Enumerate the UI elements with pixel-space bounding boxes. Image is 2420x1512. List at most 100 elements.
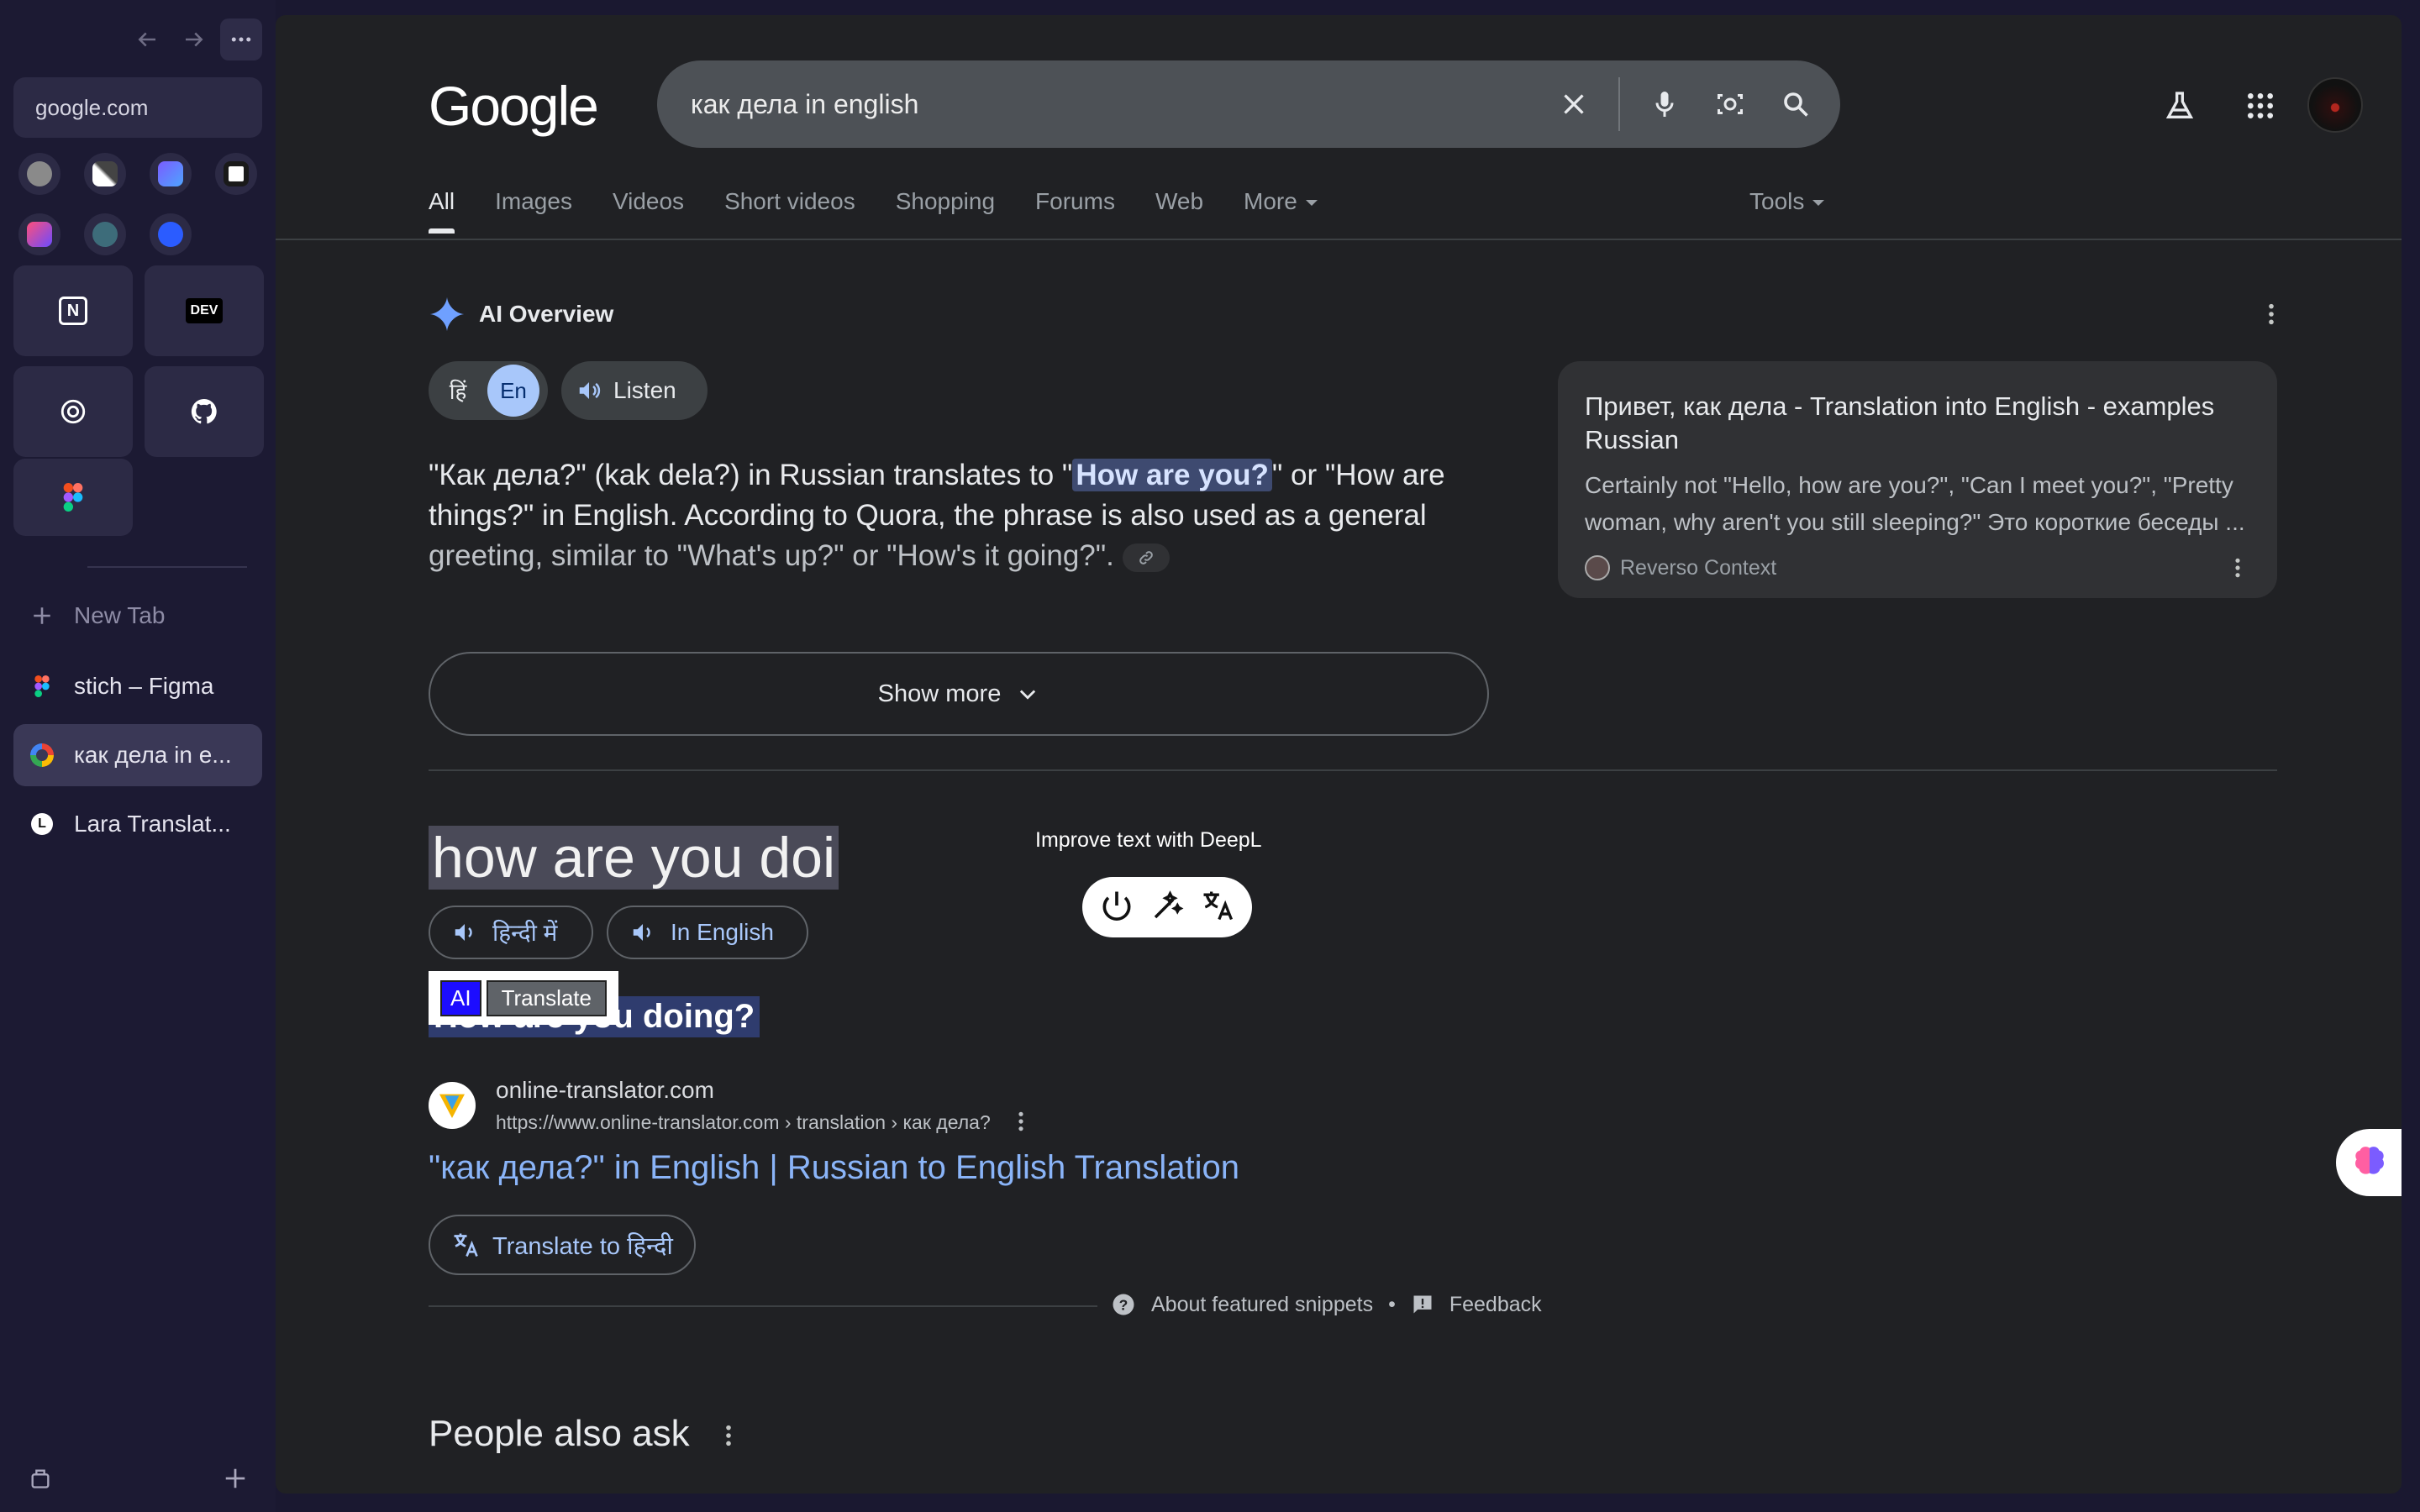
speaker-icon: [633, 924, 650, 941]
search-tabs: All Images Videos Short videos Shopping …: [429, 188, 1318, 234]
feedback-link[interactable]: Feedback: [1449, 1293, 1542, 1317]
result-url[interactable]: https://www.online-translator.com › tran…: [496, 1111, 991, 1133]
sync-app-icon[interactable]: [150, 213, 192, 255]
more-options-icon[interactable]: [220, 18, 262, 60]
kebab-menu-icon[interactable]: [2225, 551, 2250, 585]
kebab-menu-icon[interactable]: [1018, 1110, 1024, 1137]
source-card[interactable]: Привет, как дела - Translation into Engl…: [1558, 361, 2277, 598]
kebab-menu-icon[interactable]: [2259, 297, 2284, 331]
tab-more[interactable]: More: [1244, 188, 1318, 234]
search-icon[interactable]: [1775, 83, 1817, 125]
layout-app-icon[interactable]: [150, 153, 192, 195]
tools-label: Tools: [1749, 188, 1805, 214]
tab-web[interactable]: Web: [1155, 188, 1203, 234]
bug-app-icon[interactable]: [18, 213, 60, 255]
show-more-label: Show more: [877, 680, 1002, 707]
lens-camera-icon[interactable]: [1709, 83, 1751, 125]
color-picker-icon[interactable]: [84, 153, 126, 195]
github-icon[interactable]: [145, 366, 264, 457]
source-site-name: Reverso Context: [1620, 555, 1777, 580]
dev-glyph: DEV: [185, 298, 224, 323]
caret-down-icon: [1812, 200, 1825, 207]
deepl-toolbar: [1082, 877, 1252, 937]
result-site-name[interactable]: online-translator.com: [496, 1077, 714, 1104]
result-title-link[interactable]: "как дела?" in English | Russian to Engl…: [429, 1149, 1239, 1187]
url-bar[interactable]: google.com: [13, 77, 262, 138]
tab-all[interactable]: All: [429, 188, 455, 234]
source-snippet: Certainly not "Hello, how are you?", "Ca…: [1585, 472, 2245, 535]
labs-flask-icon[interactable]: [2156, 82, 2203, 129]
about-featured-snippets-link[interactable]: About featured snippets: [1151, 1293, 1373, 1317]
bolt-app-icon[interactable]: [84, 213, 126, 255]
notion-icon[interactable]: N: [13, 265, 133, 356]
language-toggle[interactable]: हिं En: [429, 361, 548, 420]
tab-videos[interactable]: Videos: [613, 188, 684, 234]
lang-hindi-option[interactable]: हिं: [429, 375, 487, 406]
link-icon[interactable]: [1122, 543, 1170, 572]
tab-label: как дела in e...: [74, 742, 232, 768]
show-more-button[interactable]: Show more: [429, 652, 1489, 736]
source-title[interactable]: Привет, как дела - Translation into Engl…: [1585, 390, 2250, 457]
back-arrow-icon[interactable]: [126, 18, 168, 60]
feedback-icon: [1413, 1295, 1432, 1314]
tab-images[interactable]: Images: [495, 188, 572, 234]
notion-glyph: N: [59, 297, 87, 325]
archive-icon[interactable]: [24, 1462, 57, 1495]
source-meta: Reverso Context: [1585, 551, 2250, 585]
translate-icon[interactable]: [1199, 887, 1236, 928]
new-tab-label: New Tab: [74, 602, 166, 628]
dev-icon[interactable]: DEV: [145, 265, 264, 356]
translate-to-hindi-button[interactable]: Translate to हिन्दी: [429, 1215, 696, 1275]
listen-hindi-label: हिन्दी में: [492, 920, 558, 946]
microphone-icon[interactable]: [1644, 83, 1686, 125]
tab-label: stich – Figma: [74, 673, 214, 699]
translate-icon: [454, 1233, 478, 1257]
search-input[interactable]: как дела in english: [691, 89, 1553, 120]
help-icon: ?: [1113, 1294, 1134, 1315]
tab-shopping[interactable]: Shopping: [896, 188, 995, 234]
listen-english-button[interactable]: In English: [607, 906, 808, 959]
ai-overview-title: AI Overview: [479, 301, 614, 327]
online-translator-icon[interactable]: [429, 1082, 476, 1129]
google-icon: [30, 743, 54, 767]
ai-translate-popup: AI Translate: [429, 971, 618, 1025]
search-box[interactable]: как дела in english: [657, 60, 1840, 148]
figma-icon[interactable]: [13, 459, 133, 536]
blocked-icon[interactable]: [18, 153, 60, 195]
new-tab-button[interactable]: New Tab: [13, 585, 262, 647]
google-logo[interactable]: Google: [429, 74, 599, 138]
ai-badge[interactable]: AI: [440, 979, 481, 1016]
people-also-ask-label: People also ask: [429, 1413, 690, 1454]
translate-to-label: Translate to हिन्दी: [492, 1232, 673, 1260]
speaker-icon: [455, 924, 472, 941]
people-also-ask-heading: People also ask: [429, 1413, 732, 1457]
gemini-sparkle-icon: [429, 297, 465, 332]
tab-forums[interactable]: Forums: [1035, 188, 1115, 234]
sidebar-tab-lara[interactable]: L Lara Translat...: [13, 793, 262, 855]
forward-arrow-icon[interactable]: [173, 18, 215, 60]
listen-button[interactable]: Listen: [561, 361, 708, 420]
translate-button[interactable]: Translate: [486, 979, 607, 1016]
aio-highlight: How are you?: [1072, 459, 1272, 491]
apps-grid-icon[interactable]: [2237, 82, 2284, 129]
caret-down-icon: [1305, 200, 1318, 207]
listen-label: Listen: [613, 377, 676, 403]
extension-icon[interactable]: [215, 153, 257, 195]
brain-extension-icon[interactable]: [2336, 1129, 2402, 1196]
chatgpt-icon[interactable]: [13, 366, 133, 457]
sidebar-tab-figma[interactable]: stich – Figma: [13, 655, 262, 717]
clear-icon[interactable]: [1553, 83, 1595, 125]
tools-button[interactable]: Tools: [1749, 188, 1825, 215]
kebab-menu-icon[interactable]: [725, 1415, 732, 1457]
power-icon[interactable]: [1098, 887, 1135, 928]
listen-hindi-button[interactable]: हिन्दी में: [429, 906, 593, 959]
magic-wand-icon[interactable]: [1150, 888, 1185, 927]
sidebar-tab-google[interactable]: как дела in e...: [13, 724, 262, 786]
tab-short-videos[interactable]: Short videos: [724, 188, 855, 234]
svg-text:?: ?: [1119, 1296, 1128, 1313]
lara-icon: L: [30, 812, 54, 836]
footer-bullet: •: [1388, 1292, 1396, 1316]
lang-english-option[interactable]: En: [487, 365, 539, 417]
plus-icon[interactable]: [218, 1462, 252, 1495]
avatar[interactable]: [2307, 77, 2363, 133]
